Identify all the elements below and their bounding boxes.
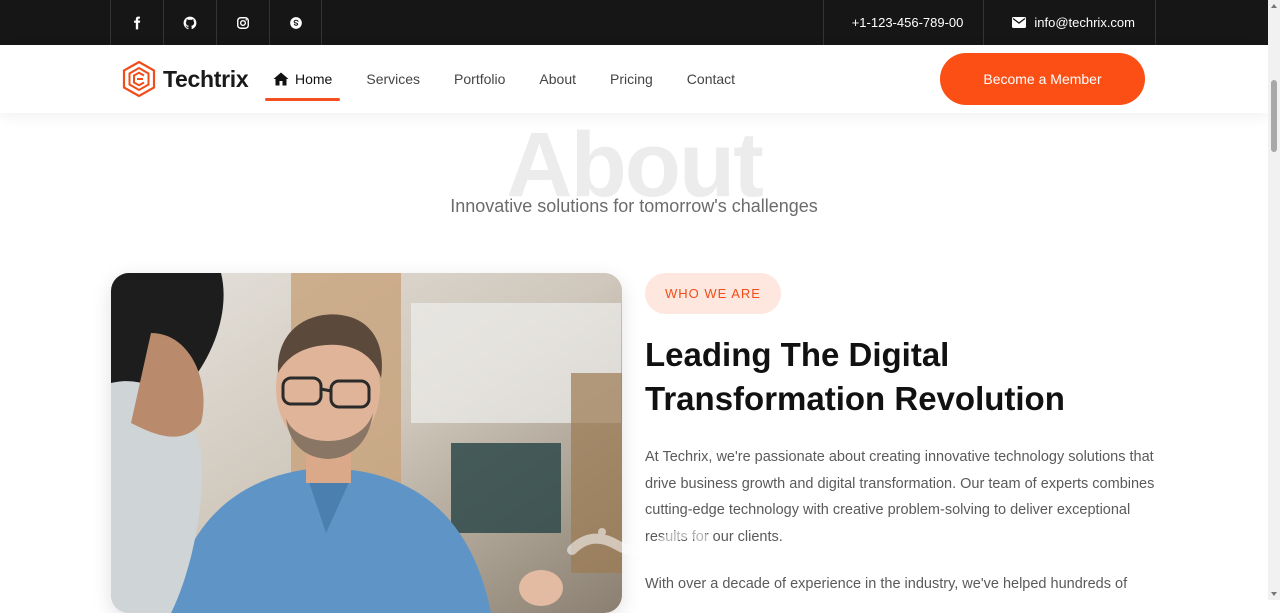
nav-item-portfolio[interactable]: Portfolio — [454, 45, 505, 113]
instagram-link[interactable] — [216, 0, 269, 45]
facebook-link[interactable] — [110, 0, 163, 45]
become-member-button[interactable]: Become a Member — [940, 53, 1145, 105]
brand-name: Techtrix — [163, 65, 249, 92]
page-scrollbar[interactable] — [1268, 0, 1280, 600]
home-icon — [273, 72, 289, 86]
about-paragraph-1: At Techrix, we're passionate about creat… — [645, 449, 1155, 545]
skype-icon — [289, 16, 302, 29]
scroll-down-arrow-icon[interactable] — [1271, 592, 1277, 596]
social-links — [110, 0, 322, 45]
nav-item-pricing[interactable]: Pricing — [610, 45, 653, 113]
phone-item[interactable]: +1-123-456-789-00 — [822, 0, 984, 45]
about-heading: Leading The Digital Transformation Revol… — [645, 333, 1165, 421]
nafezly-watermark-logo — [567, 524, 717, 557]
scroll-up-arrow-icon[interactable] — [1271, 4, 1277, 8]
facebook-icon — [134, 16, 141, 29]
section-subtitle: Innovative solutions for tomorrow's chal… — [450, 196, 818, 216]
phone-text: +1-123-456-789-00 — [851, 15, 964, 30]
nav-item-label: About — [539, 71, 576, 87]
hexagon-logo-icon — [122, 60, 156, 98]
main-navbar: Techtrix Home Services Portfolio About P… — [0, 45, 1268, 113]
nav-item-contact[interactable]: Contact — [687, 45, 735, 113]
brand-logo[interactable]: Techtrix — [121, 60, 249, 98]
github-icon — [183, 16, 197, 29]
about-photo — [111, 273, 622, 613]
who-we-are-badge: WHO WE ARE — [645, 273, 781, 314]
instagram-icon — [237, 16, 249, 29]
about-paragraph-2: With over a decade of experience in the … — [645, 576, 1128, 592]
email-item[interactable]: info@techrix.com — [983, 0, 1156, 45]
envelope-icon — [1012, 17, 1027, 28]
nav-item-label: Home — [295, 71, 333, 87]
skype-link[interactable] — [269, 0, 322, 45]
office-meeting-photo — [111, 273, 622, 613]
about-heading-line1: Leading The Digital — [645, 336, 950, 373]
nav-item-label: Services — [366, 71, 421, 87]
github-link[interactable] — [163, 0, 216, 45]
scrollbar-thumb[interactable] — [1271, 80, 1277, 152]
email-text: info@techrix.com — [1034, 15, 1135, 30]
nav-item-home[interactable]: Home — [265, 45, 341, 113]
nav-item-about[interactable]: About — [539, 45, 576, 113]
top-bar: +1-123-456-789-00 info@techrix.com — [0, 0, 1268, 45]
about-heading-line2: Transformation Revolution — [645, 380, 1065, 417]
nav-item-label: Contact — [686, 71, 736, 87]
nav-item-services[interactable]: Services — [366, 45, 420, 113]
nav-item-label: Pricing — [610, 71, 653, 87]
nav-item-label: Portfolio — [454, 71, 506, 87]
primary-nav: Home Services Portfolio About Pricing Co… — [265, 45, 769, 113]
contact-info: +1-123-456-789-00 info@techrix.com — [822, 0, 1156, 45]
